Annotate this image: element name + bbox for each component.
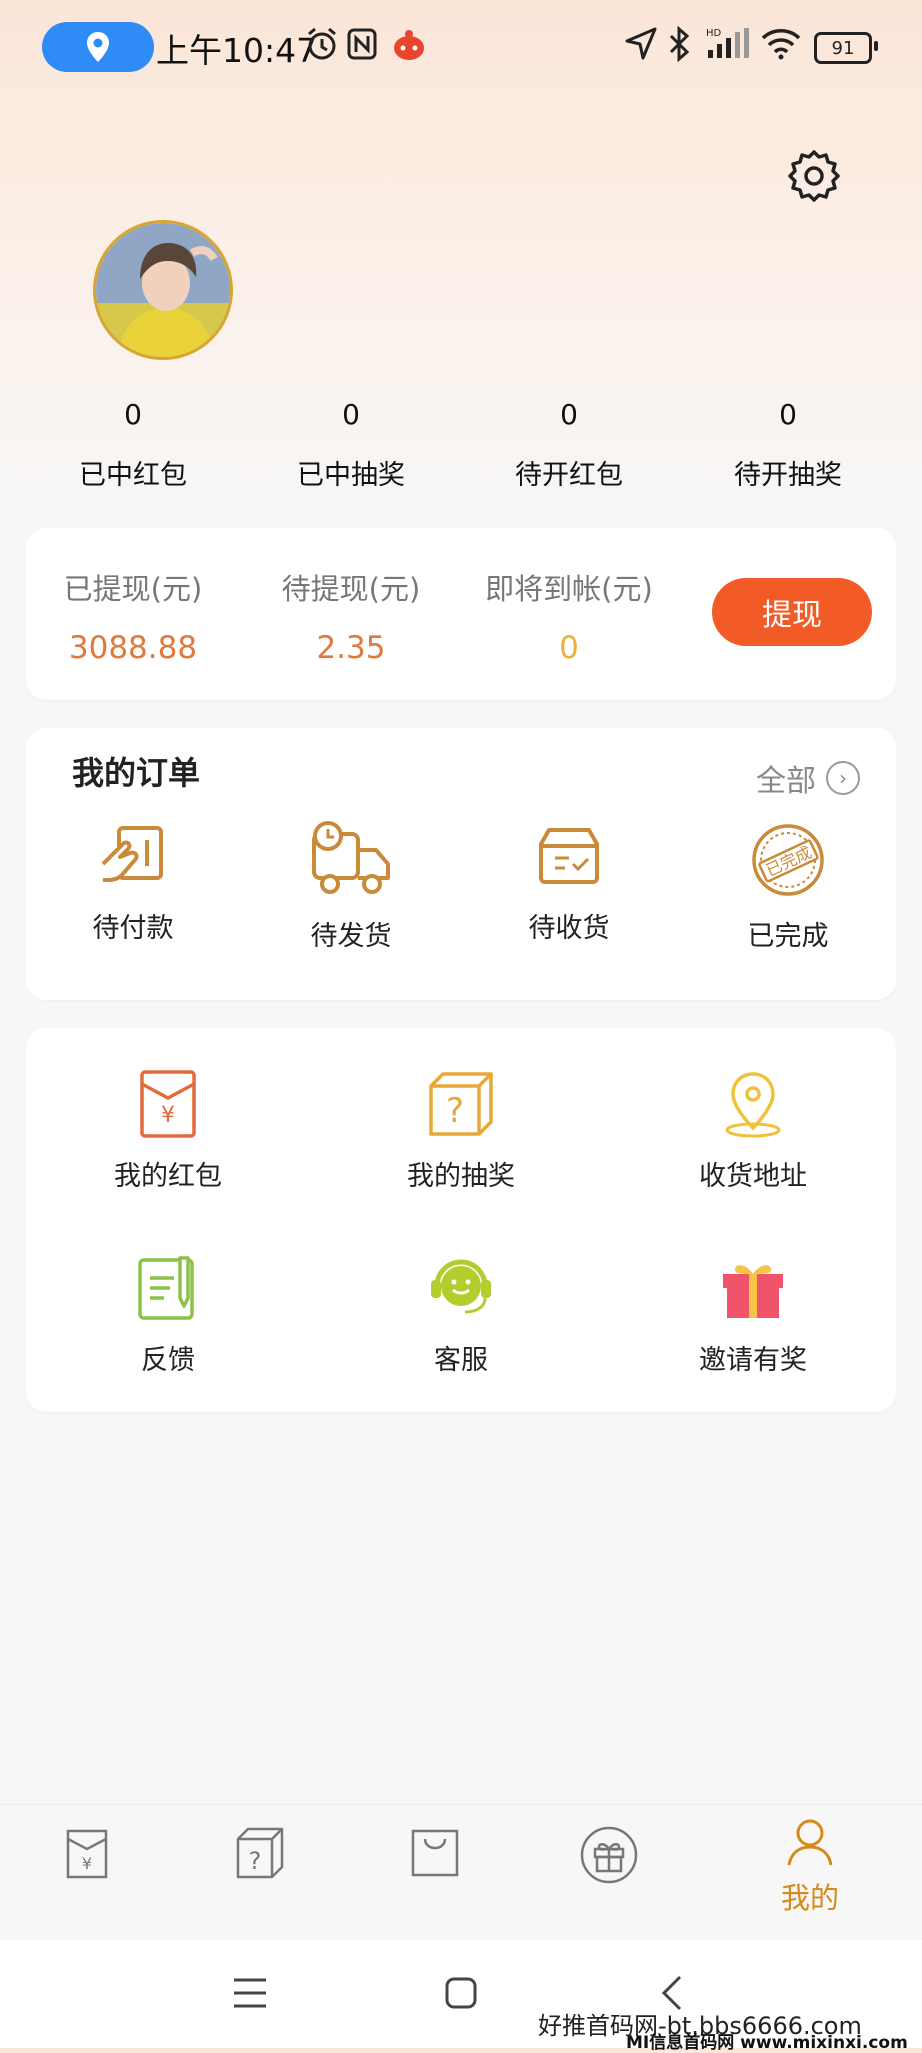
order-pending-receipt[interactable]: 待收货 [479, 820, 659, 945]
withdrawn-summary: 已提现(元) 3088.88 [33, 566, 233, 666]
withdrawn-amount: 3088.88 [68, 630, 198, 666]
alarm-icon [308, 27, 336, 60]
bluetooth-icon [669, 26, 690, 62]
lottery-box-icon: ? [429, 1072, 493, 1136]
pending-amount: 2.35 [316, 630, 386, 666]
watermark-text-secondary: MI信息首码网 www.mixinxi.com [626, 2033, 908, 2053]
stat-label: 已中抽奖 [297, 460, 405, 491]
service-feedback[interactable]: 反馈 [58, 1252, 278, 1377]
service-my-lottery[interactable]: ? 我的抽奖 [351, 1068, 571, 1193]
order-label: 待付款 [92, 913, 174, 944]
box-icon [539, 828, 599, 884]
service-shipping-address[interactable]: 收货地址 [643, 1068, 863, 1193]
stat-value: 0 [124, 398, 142, 431]
all-orders-label: 全部 [756, 764, 816, 799]
stamp-text: 已完成 [763, 843, 815, 881]
battery-indicator: 91 [814, 32, 878, 64]
service-label: 客服 [434, 1345, 488, 1376]
gift-icon [723, 1265, 783, 1318]
tab-red-envelope[interactable]: ¥ [42, 1825, 132, 1885]
svg-text:?: ? [446, 1091, 464, 1131]
stat-value: 0 [560, 398, 578, 431]
svg-text:¥: ¥ [82, 1854, 92, 1873]
arriving-label: 即将到帐(元) [485, 572, 653, 606]
svg-text:?: ? [249, 1847, 262, 1875]
service-my-red-envelope[interactable]: ¥ 我的红包 [58, 1068, 278, 1193]
home-icon[interactable] [444, 1976, 478, 2010]
navigation-arrow-icon [625, 27, 657, 60]
stat-pending-lottery[interactable]: 0 待开抽奖 [688, 398, 888, 492]
service-label: 我的红包 [114, 1161, 222, 1192]
gift-tab-icon [580, 1826, 638, 1884]
service-invite-reward[interactable]: 邀请有奖 [643, 1252, 863, 1377]
service-customer-support[interactable]: 客服 [351, 1252, 571, 1377]
bottom-tab-bar: ¥ ? 我的 [0, 1804, 922, 1941]
location-pill[interactable] [42, 22, 154, 72]
svg-text:HD: HD [706, 28, 722, 39]
tab-lottery[interactable]: ? [215, 1825, 305, 1885]
avatar[interactable] [93, 220, 233, 360]
feedback-icon [138, 1256, 194, 1320]
location-icon [725, 1072, 781, 1138]
order-completed[interactable]: 已完成 已完成 [698, 820, 878, 953]
order-label: 已完成 [747, 921, 829, 952]
stamp-icon: 已完成 [752, 824, 824, 896]
arriving-summary: 即将到帐(元) 0 [469, 566, 669, 666]
order-label: 待发货 [310, 921, 392, 952]
svg-text:¥: ¥ [161, 1103, 175, 1128]
nfc-icon [347, 28, 377, 60]
service-label: 反馈 [141, 1345, 195, 1376]
stats-row: 0 已中红包 0 已中抽奖 0 待开红包 0 待开抽奖 [0, 398, 922, 508]
withdraw-button[interactable]: 提现 [712, 578, 872, 646]
order-pending-payment[interactable]: 待付款 [43, 820, 223, 945]
truck-icon [312, 821, 390, 894]
chevron-right-icon: › [826, 761, 860, 795]
withdrawn-label: 已提现(元) [63, 572, 203, 606]
wallet-card: 已提现(元) 3088.88 待提现(元) 2.35 即将到帐(元) 0 提现 [26, 528, 896, 700]
pending-summary: 待提现(元) 2.35 [251, 566, 451, 666]
pending-label: 待提现(元) [281, 572, 421, 606]
red-envelope-icon: ¥ [140, 1070, 196, 1138]
bag-tab-icon [411, 1829, 459, 1877]
stat-pending-red-envelope[interactable]: 0 待开红包 [469, 398, 669, 492]
service-label: 收货地址 [699, 1161, 807, 1192]
stat-won-red-envelope[interactable]: 0 已中红包 [33, 398, 233, 492]
avatar-portrait-image [96, 223, 230, 357]
user-tab-icon [787, 1819, 833, 1866]
all-orders-link[interactable]: 全部 › [756, 756, 860, 800]
arriving-amount: 0 [559, 630, 579, 666]
tab-shop[interactable] [390, 1825, 480, 1885]
stat-value: 0 [342, 398, 360, 431]
service-label: 我的抽奖 [407, 1161, 515, 1192]
card-icon [101, 826, 163, 882]
order-pending-shipment[interactable]: 待发货 [261, 820, 441, 953]
location-pin-icon [87, 32, 109, 62]
envelope-tab-icon: ¥ [66, 1829, 108, 1879]
menu-icon[interactable] [232, 1976, 268, 2010]
stat-label: 已中红包 [79, 460, 187, 491]
order-label: 待收货 [528, 913, 610, 944]
signal-icon: HD [706, 28, 749, 58]
orders-title: 我的订单 [72, 754, 201, 792]
tab-mine[interactable]: 我的 [765, 1817, 855, 1917]
stat-value: 0 [779, 398, 797, 431]
tab-mine-label: 我的 [780, 1881, 839, 1915]
service-label: 邀请有奖 [699, 1345, 807, 1376]
stat-label: 待开红包 [515, 460, 623, 491]
status-time: 上午10:47 [156, 31, 318, 70]
tab-gift[interactable] [564, 1825, 654, 1889]
status-bar: 上午10:47 HD 91 [0, 0, 922, 92]
headset-icon [431, 1259, 491, 1314]
stat-won-lottery[interactable]: 0 已中抽奖 [251, 398, 451, 492]
stat-label: 待开抽奖 [734, 460, 842, 491]
box-tab-icon: ? [236, 1827, 284, 1879]
wifi-icon [761, 29, 801, 60]
settings-gear-icon[interactable] [786, 148, 842, 204]
app-notification-icon [394, 30, 424, 60]
